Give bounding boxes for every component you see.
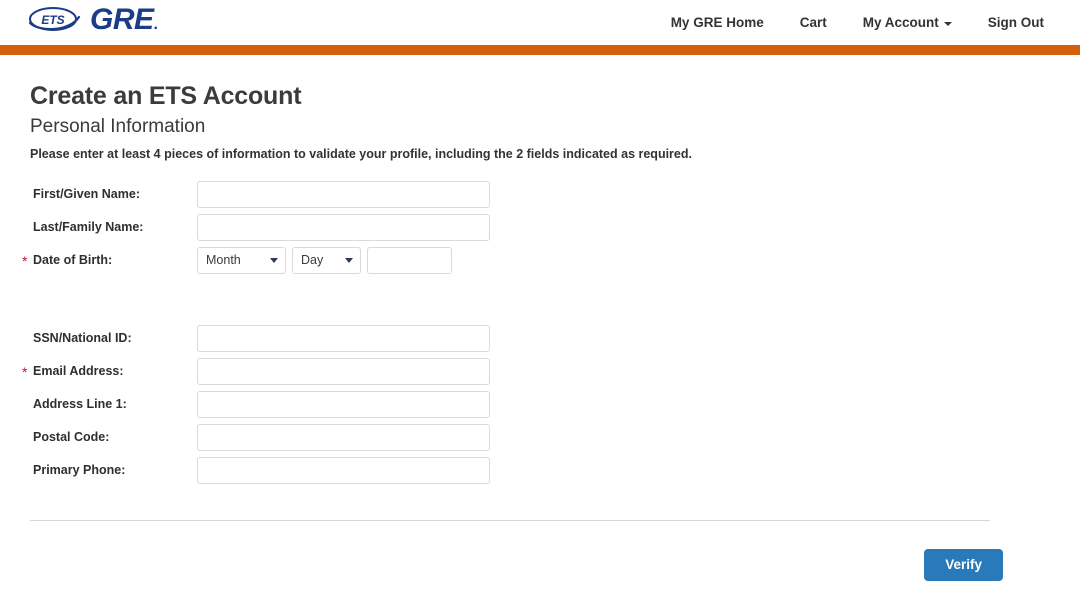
label-cell: * Date of Birth:: [22, 253, 197, 267]
personal-information-form: * First/Given Name: * Last/Family Name: …: [0, 162, 1080, 487]
required-asterisk: *: [22, 365, 33, 379]
dob-month-select[interactable]: Month: [197, 247, 286, 274]
chevron-down-icon: [345, 258, 353, 263]
label-cell: * Postal Code:: [22, 430, 197, 444]
primary-phone-input[interactable]: [197, 457, 490, 484]
nav-item-my-account[interactable]: My Account: [845, 12, 970, 34]
label-first-name: First/Given Name:: [33, 187, 140, 201]
required-asterisk: *: [22, 254, 33, 268]
label-cell: * Primary Phone:: [22, 463, 197, 477]
input-cell: [197, 391, 1080, 418]
form-row-email: * Email Address:: [22, 355, 1080, 388]
gre-wordmark-dot: .: [154, 16, 158, 33]
chevron-down-icon: [270, 258, 278, 263]
last-name-input[interactable]: [197, 214, 490, 241]
input-cell: [197, 457, 1080, 484]
first-name-input[interactable]: [197, 181, 490, 208]
instructions-text: Please enter at least 4 pieces of inform…: [0, 139, 1080, 162]
main-content: Create an ETS Account Personal Informati…: [0, 55, 1080, 487]
input-cell: Month Day: [197, 247, 1080, 274]
label-postal-code: Postal Code:: [33, 430, 109, 444]
date-of-birth-group: Month Day: [197, 247, 452, 274]
gre-wordmark-text: GRE: [90, 3, 154, 36]
postal-code-input[interactable]: [197, 424, 490, 451]
form-row-date-of-birth: * Date of Birth: Month Day: [22, 244, 1080, 277]
section-divider: [30, 520, 990, 521]
form-row-postal-code: * Postal Code:: [22, 421, 1080, 454]
input-cell: [197, 358, 1080, 385]
input-cell: [197, 181, 1080, 208]
gre-wordmark: GRE.: [90, 5, 157, 35]
nav-item-sign-out[interactable]: Sign Out: [970, 12, 1062, 34]
nav-label: My Account: [863, 14, 939, 32]
ets-gre-logo[interactable]: ETS GRE.: [27, 2, 157, 36]
verify-button[interactable]: Verify: [924, 549, 1003, 581]
form-row-first-name: * First/Given Name:: [22, 178, 1080, 211]
form-row-ssn: * SSN/National ID:: [22, 322, 1080, 355]
label-cell: * Address Line 1:: [22, 397, 197, 411]
nav-item-cart[interactable]: Cart: [782, 12, 845, 34]
input-cell: [197, 325, 1080, 352]
form-action-bar: Verify: [0, 549, 1080, 581]
dob-day-value: Day: [301, 253, 323, 267]
label-last-name: Last/Family Name:: [33, 220, 143, 234]
page-title: Create an ETS Account: [0, 55, 1080, 111]
label-ssn: SSN/National ID:: [33, 331, 132, 345]
label-address-line-1: Address Line 1:: [33, 397, 127, 411]
chevron-down-icon: [944, 22, 952, 26]
top-navigation: My GRE Home Cart My Account Sign Out: [653, 12, 1062, 34]
nav-item-my-gre-home[interactable]: My GRE Home: [653, 12, 782, 34]
form-row-address-line-1: * Address Line 1:: [22, 388, 1080, 421]
label-cell: * First/Given Name:: [22, 187, 197, 201]
address-line-1-input[interactable]: [197, 391, 490, 418]
label-email: Email Address:: [33, 364, 124, 378]
label-primary-phone: Primary Phone:: [33, 463, 125, 477]
dob-year-input[interactable]: [367, 247, 452, 274]
label-date-of-birth: Date of Birth:: [33, 253, 112, 267]
input-cell: [197, 214, 1080, 241]
section-title: Personal Information: [0, 111, 1080, 139]
nav-label: Cart: [800, 14, 827, 32]
label-cell: * Email Address:: [22, 364, 197, 378]
form-row-primary-phone: * Primary Phone:: [22, 454, 1080, 487]
ets-logo-icon: ETS: [27, 6, 81, 32]
ssn-input[interactable]: [197, 325, 490, 352]
input-cell: [197, 424, 1080, 451]
svg-text:ETS: ETS: [41, 13, 64, 27]
dob-day-select[interactable]: Day: [292, 247, 361, 274]
orange-accent-bar: [0, 45, 1080, 55]
form-row-last-name: * Last/Family Name:: [22, 211, 1080, 244]
label-cell: * Last/Family Name:: [22, 220, 197, 234]
nav-label: Sign Out: [988, 14, 1044, 32]
label-cell: * SSN/National ID:: [22, 331, 197, 345]
dob-month-value: Month: [206, 253, 241, 267]
nav-label: My GRE Home: [671, 14, 764, 32]
site-header: ETS GRE. My GRE Home Cart My Account Sig…: [0, 0, 1080, 45]
email-input[interactable]: [197, 358, 490, 385]
